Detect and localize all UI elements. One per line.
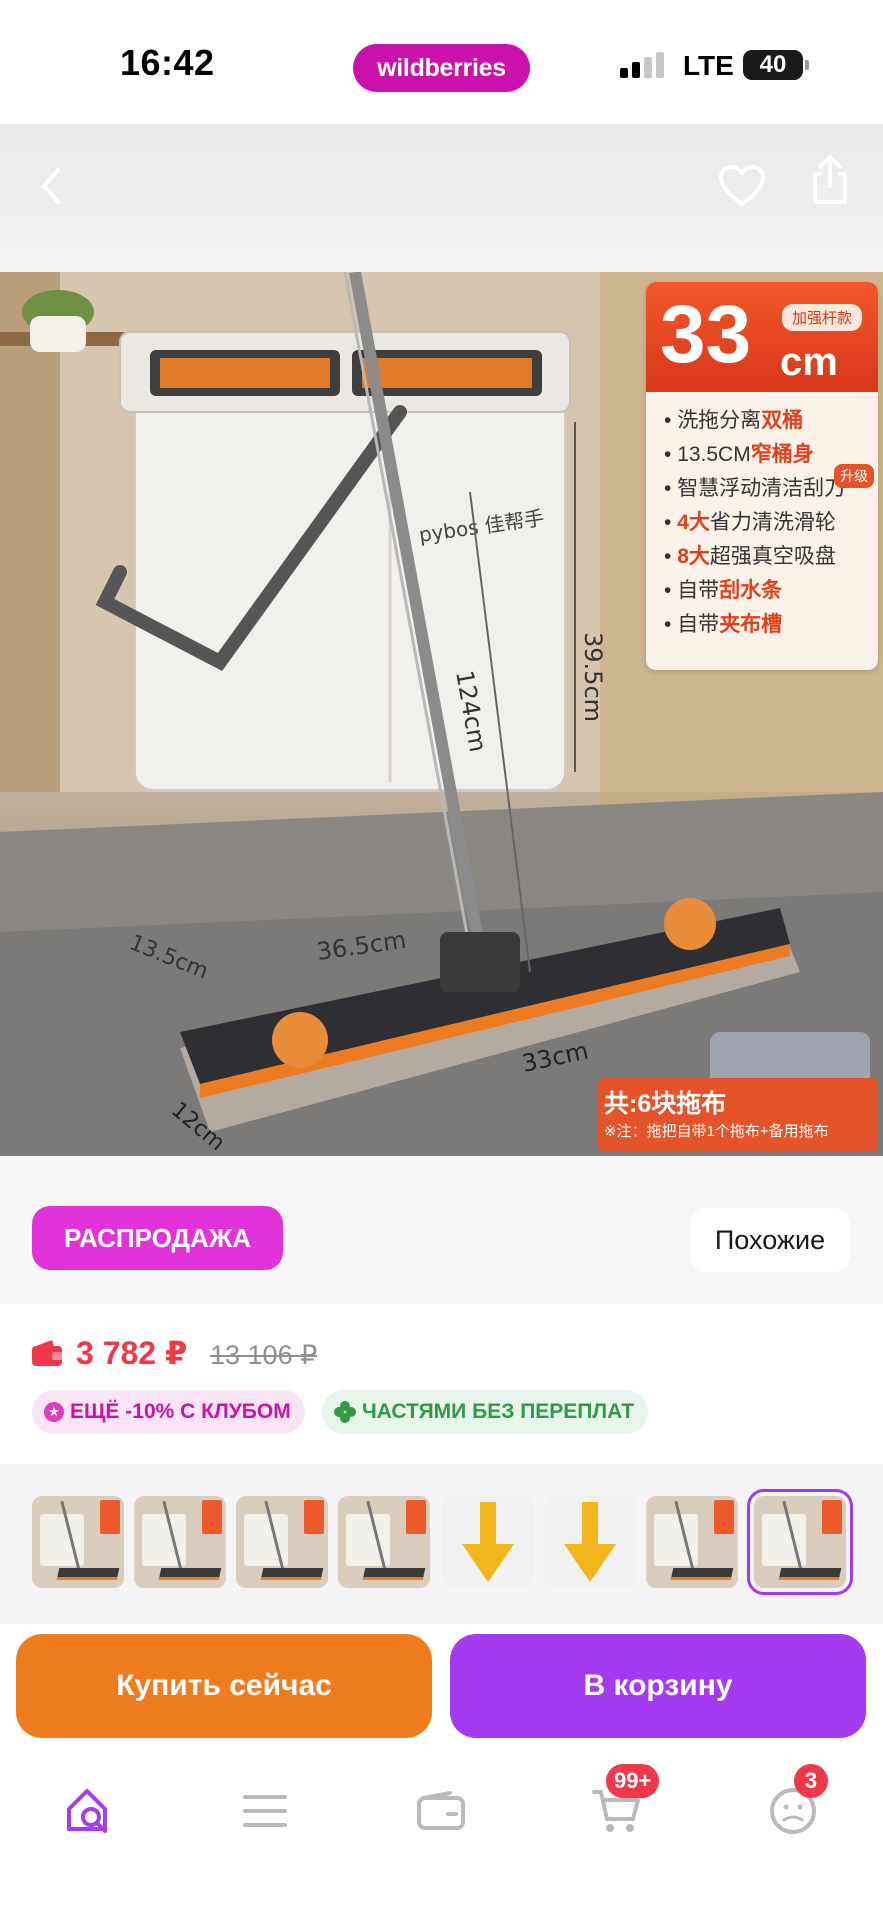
profile-notification-badge: 3 — [794, 1764, 828, 1798]
wallet-icon — [417, 1791, 465, 1830]
tab-home[interactable] — [44, 1776, 134, 1846]
tab-profile[interactable]: 3 — [748, 1764, 838, 1846]
heart-icon — [719, 165, 765, 206]
tab-catalog[interactable] — [220, 1776, 310, 1846]
thumbnail[interactable] — [32, 1496, 124, 1588]
status-time: 16:42 — [120, 42, 215, 83]
badge-feature: • 4大省力清洗滑轮 — [664, 511, 836, 534]
badge-feature: • 自带刮水条 — [664, 579, 783, 602]
installments-pill[interactable]: ЧАСТЯМИ БЕЗ ПЕРЕПЛАТ — [322, 1390, 649, 1434]
badge-tag: 加强杆款 — [782, 304, 863, 331]
svg-text:39.5cm: 39.5cm — [579, 632, 607, 722]
bottom-tab-bar: 99+ 3 — [0, 1748, 883, 1920]
cellular-signal-icon — [620, 52, 664, 78]
action-bar: Купить сейчас В корзину — [0, 1624, 883, 1748]
badge-size-number: 33 — [660, 289, 752, 380]
badge-feature: • 8大超强真空吸盘 — [664, 545, 836, 568]
thumbnail-active[interactable] — [747, 1489, 853, 1595]
badge-size-unit: cm — [780, 340, 838, 384]
thumbnail-strip — [0, 1464, 883, 1624]
arrow-down-icon — [564, 1502, 616, 1582]
product-image[interactable]: pybos 佳帮手 39.5cm 124cm 36.5cm 13.5cm 33c… — [0, 272, 883, 1156]
thumbnail[interactable] — [338, 1496, 430, 1588]
menu-icon — [243, 1795, 287, 1827]
price-block: 3 782 ₽ 13 106 ₽ ★ ЕЩЁ -10% С КЛУБОМ ЧАС… — [0, 1304, 883, 1464]
add-to-cart-button[interactable]: В корзину — [450, 1634, 866, 1738]
star-icon: ★ — [44, 1402, 64, 1422]
feature-badge-card: 33 加强杆款 cm • 洗拖分离双桶 • 13.5CM窄桶身 • 智慧浮动清洁… — [646, 282, 878, 670]
share-icon — [813, 155, 847, 204]
cart-count-badge: 99+ — [606, 1764, 660, 1798]
pads-count-card: 共:6块拖布 ※注：拖把自带1个拖布+备用拖布 — [598, 1078, 878, 1152]
home-search-icon — [67, 1789, 107, 1833]
battery-icon: 40 — [743, 50, 809, 80]
current-price: 3 782 ₽ — [76, 1335, 188, 1371]
network-type: LTE — [683, 50, 734, 81]
badge-feature: • 洗拖分离双桶 — [664, 409, 804, 432]
brand-pill: wildberries — [353, 44, 530, 92]
arrow-down-icon — [462, 1502, 514, 1582]
thumbnail[interactable] — [236, 1496, 328, 1588]
similar-button[interactable]: Похожие — [690, 1208, 850, 1272]
thumbnail[interactable] — [134, 1496, 226, 1588]
status-bar: 16:42 wildberries LTE 40 — [0, 0, 883, 124]
pads-count-title: 共:6块拖布 — [604, 1090, 727, 1118]
upgrade-label: 升级 — [834, 464, 874, 488]
pads-count-note: ※注：拖把自带1个拖布+备用拖布 — [604, 1123, 829, 1140]
tab-cart[interactable]: 99+ — [572, 1764, 662, 1846]
badge-feature: • 自带夹布槽 — [664, 613, 783, 636]
thumbnail[interactable] — [646, 1496, 738, 1588]
tab-wallet[interactable] — [396, 1776, 486, 1846]
sale-row: РАСПРОДАЖА Похожие — [0, 1156, 883, 1304]
club-discount-label: ЕЩЁ -10% С КЛУБОМ — [70, 1400, 291, 1423]
thumbnail[interactable] — [544, 1496, 636, 1588]
battery-level: 40 — [759, 51, 787, 78]
buy-now-button[interactable]: Купить сейчас — [16, 1634, 432, 1738]
clover-icon — [334, 1401, 356, 1423]
club-discount-pill[interactable]: ★ ЕЩЁ -10% С КЛУБОМ — [32, 1390, 305, 1434]
thumbnail[interactable] — [442, 1496, 534, 1588]
favorite-button[interactable] — [714, 158, 770, 214]
wallet-icon — [32, 1340, 62, 1366]
old-price: 13 106 ₽ — [210, 1340, 318, 1370]
sale-badge[interactable]: РАСПРОДАЖА — [32, 1206, 283, 1270]
installments-label: ЧАСТЯМИ БЕЗ ПЕРЕПЛАТ — [362, 1400, 635, 1423]
back-button[interactable] — [24, 158, 80, 214]
share-button[interactable] — [802, 152, 858, 208]
chevron-left-icon — [42, 168, 60, 204]
